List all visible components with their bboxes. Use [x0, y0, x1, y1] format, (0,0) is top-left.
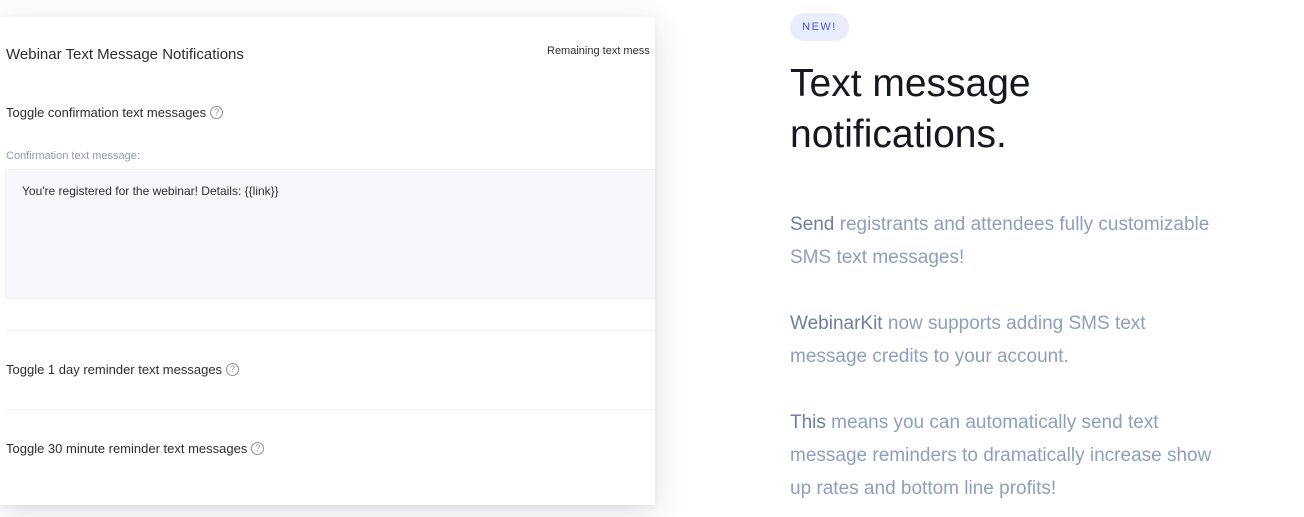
confirmation-message-textarea[interactable]: You're registered for the webinar! Detai… — [5, 169, 655, 299]
question-circle-icon[interactable]: ? — [251, 442, 265, 455]
headline-line-2: notifications. — [790, 113, 1007, 156]
toggle-1day-label: Toggle 1 day reminder text messages — [6, 362, 223, 377]
feature-headline: Text message notifications. — [790, 58, 1210, 160]
toggle-confirmation-label: Toggle confirmation text messages — [6, 105, 207, 120]
remaining-text-credits: Remaining text mess — [547, 45, 650, 57]
toggle-1day-row[interactable]: Toggle 1 day reminder text messages ? — [6, 362, 240, 377]
paragraph-3-body: means you can automatically send text me… — [790, 412, 1212, 499]
paragraph-1-body: registrants and attendees fully customiz… — [790, 214, 1210, 268]
feature-paragraph-2: WebinarKit now supports adding SMS text … — [790, 307, 1220, 373]
new-badge: NEW! — [790, 13, 849, 41]
question-circle-icon[interactable]: ? — [226, 363, 240, 376]
sms-settings-card: Webinar Text Message Notifications Remai… — [0, 17, 655, 505]
divider — [6, 330, 655, 331]
headline-line-1: Text message — [790, 62, 1031, 105]
paragraph-2-lead: WebinarKit — [790, 313, 883, 334]
divider — [6, 409, 655, 410]
paragraph-1-lead: Send — [790, 214, 835, 235]
paragraph-3-lead: This — [790, 412, 826, 433]
toggle-30min-label: Toggle 30 minute reminder text messages — [6, 441, 248, 456]
question-circle-icon[interactable]: ? — [210, 106, 224, 119]
feature-paragraph-3: This means you can automatically send te… — [790, 406, 1220, 505]
card-title: Webinar Text Message Notifications — [6, 46, 244, 63]
feature-paragraph-1: Send registrants and attendees fully cus… — [790, 208, 1220, 274]
confirmation-message-label: Confirmation text message: — [6, 150, 140, 162]
toggle-30min-row[interactable]: Toggle 30 minute reminder text messages … — [6, 441, 265, 456]
toggle-confirmation-row[interactable]: Toggle confirmation text messages ? — [6, 105, 224, 120]
